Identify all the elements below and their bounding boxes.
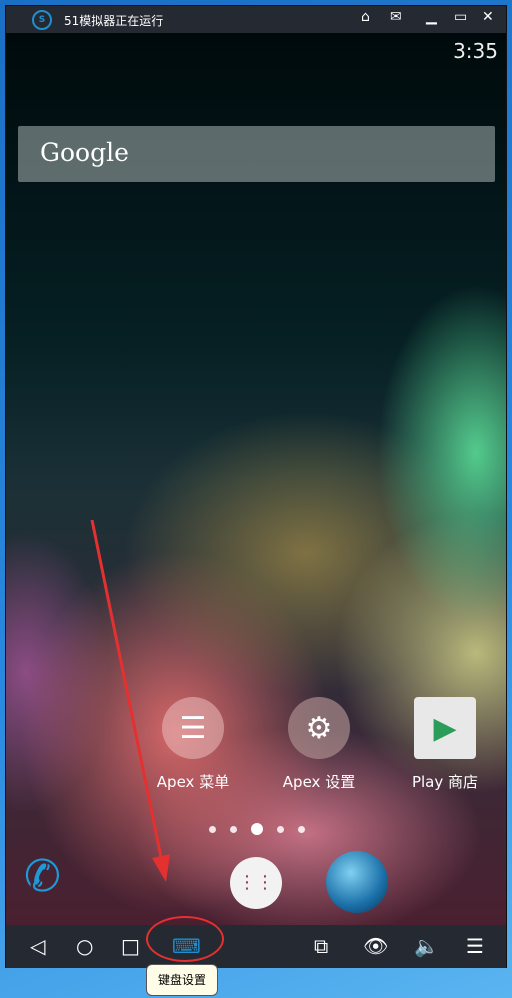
tooltip: 键盘设置	[146, 964, 218, 996]
annotation-arrow	[90, 519, 170, 882]
annotation-circle	[146, 916, 224, 962]
